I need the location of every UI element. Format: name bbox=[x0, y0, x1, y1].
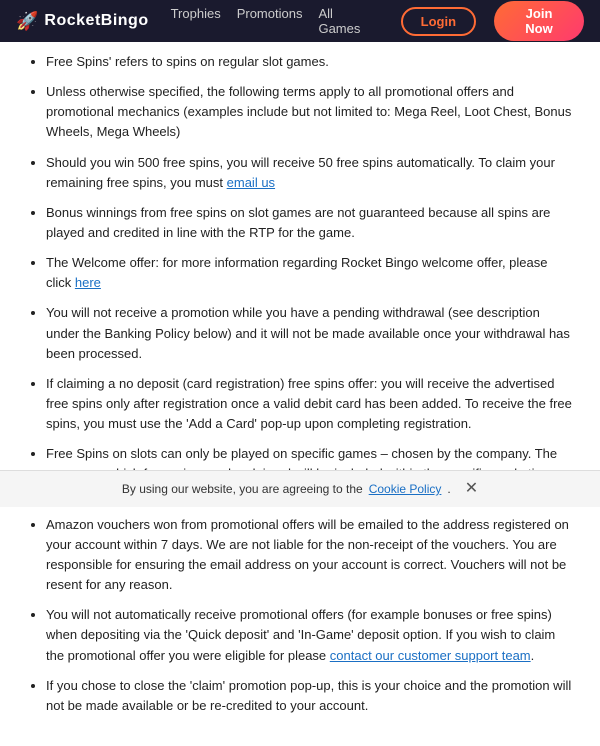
list-item: Bonus winnings from free spins on slot g… bbox=[46, 203, 576, 243]
nav-promotions[interactable]: Promotions bbox=[237, 6, 303, 36]
list-item: You will not automatically receive promo… bbox=[46, 605, 576, 665]
item-text: Bonus winnings from free spins on slot g… bbox=[46, 205, 550, 240]
list-item: If you chose to close the 'claim' promot… bbox=[46, 676, 576, 716]
item-text: Should you win 500 free spins, you will … bbox=[46, 155, 555, 190]
item-text: Unless otherwise specified, the followin… bbox=[46, 84, 571, 139]
item-text: If claiming a no deposit (card registrat… bbox=[46, 376, 572, 431]
rocket-icon: 🚀 bbox=[16, 11, 38, 32]
item-text: If you chose to close the 'claim' promot… bbox=[46, 678, 571, 713]
item-text: The Welcome offer: for more information … bbox=[46, 255, 547, 290]
cookie-period: . bbox=[447, 482, 450, 496]
item-text: Free Spins' refers to spins on regular s… bbox=[46, 54, 329, 69]
list-item: Unless otherwise specified, the followin… bbox=[46, 82, 576, 142]
customer-support-link[interactable]: contact our customer support team bbox=[330, 648, 531, 663]
logo-text: RocketBingo bbox=[44, 12, 148, 30]
item-text: Amazon vouchers won from promotional off… bbox=[46, 517, 569, 592]
cookie-text: By using our website, you are agreeing t… bbox=[122, 482, 363, 496]
list-item: If claiming a no deposit (card registrat… bbox=[46, 374, 576, 434]
list-item: Should you win 500 free spins, you will … bbox=[46, 153, 576, 193]
list-item: The Welcome offer: for more information … bbox=[46, 253, 576, 293]
join-button[interactable]: Join Now bbox=[494, 1, 584, 41]
cookie-banner: By using our website, you are agreeing t… bbox=[0, 470, 600, 507]
list-item: Free Spins' refers to spins on regular s… bbox=[46, 52, 576, 72]
item-text: You will not receive a promotion while y… bbox=[46, 305, 570, 360]
nav-trophies[interactable]: Trophies bbox=[171, 6, 221, 36]
cookie-policy-link[interactable]: Cookie Policy bbox=[369, 482, 442, 496]
item-text-after: . bbox=[531, 648, 535, 663]
list-item: You will not receive a promotion while y… bbox=[46, 303, 576, 363]
terms-list: Free Spins' refers to spins on regular s… bbox=[24, 52, 576, 716]
content-area: Free Spins' refers to spins on regular s… bbox=[0, 42, 600, 746]
cookie-close-button[interactable]: ✕ bbox=[465, 481, 478, 497]
login-button[interactable]: Login bbox=[401, 7, 476, 36]
email-us-link[interactable]: email us bbox=[227, 175, 275, 190]
nav-links: Trophies Promotions All Games bbox=[171, 6, 365, 36]
list-item: Amazon vouchers won from promotional off… bbox=[46, 515, 576, 596]
nav-all-games[interactable]: All Games bbox=[318, 6, 364, 36]
logo-area: 🚀 RocketBingo bbox=[16, 11, 149, 32]
here-link[interactable]: here bbox=[75, 275, 101, 290]
header: 🚀 RocketBingo Trophies Promotions All Ga… bbox=[0, 0, 600, 42]
